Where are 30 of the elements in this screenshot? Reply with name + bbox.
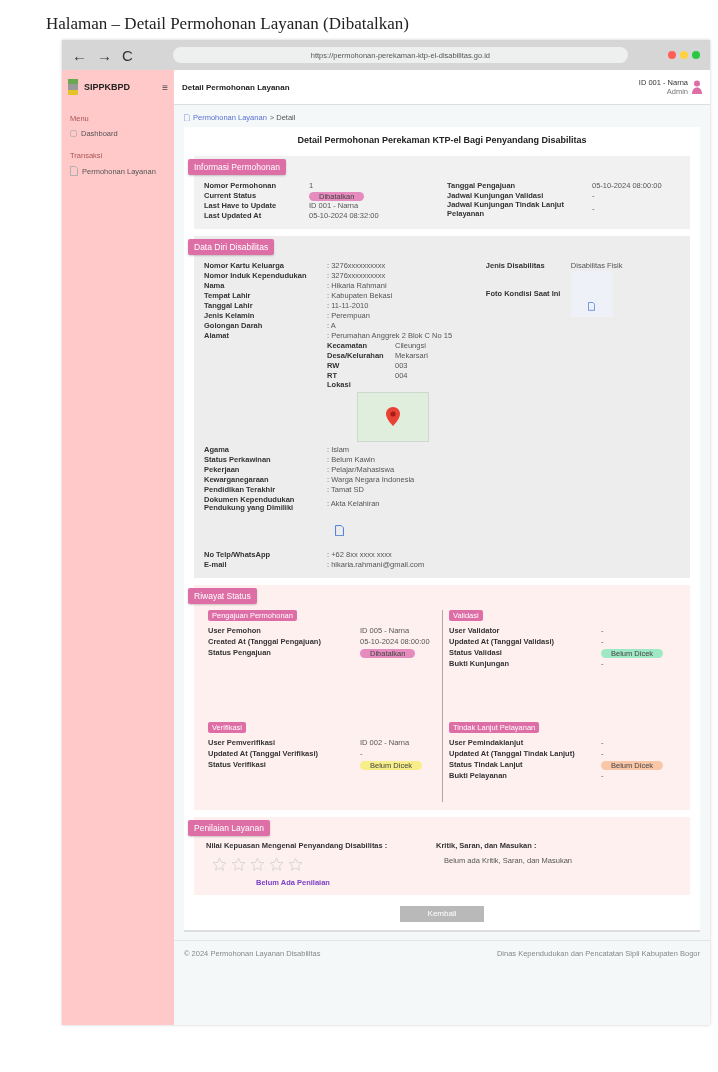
menu-button[interactable]: ≡	[162, 81, 168, 93]
dashboard-icon	[70, 130, 77, 137]
section-title: Data Diri Disabilitas	[188, 239, 275, 255]
user-icon[interactable]	[692, 80, 702, 94]
card-title: Detail Permohonan Perekaman KTP-el Bagi Penyandang Disabilitas	[296, 135, 588, 145]
page-title: Halaman – Detail Permohonan Layanan (Dibatalkan)	[46, 14, 410, 34]
back-button[interactable]: ←	[72, 47, 87, 63]
brand-name: SIPPKBPD	[84, 82, 131, 92]
forward-button[interactable]: →	[97, 47, 112, 63]
image-icon	[588, 302, 596, 311]
window-control-dot[interactable]	[668, 51, 676, 59]
file-icon	[335, 524, 345, 537]
logo-icon	[68, 79, 78, 95]
star-icon[interactable]	[288, 856, 303, 872]
section-title: Penilaian Layanan	[188, 820, 270, 837]
section-title: Riwayat Status	[188, 588, 257, 605]
window-control-dot[interactable]	[680, 51, 688, 59]
breadcrumb-icon	[184, 113, 190, 122]
star-icon[interactable]	[250, 856, 265, 872]
document-icon	[70, 166, 78, 176]
star-icon[interactable]	[212, 856, 227, 872]
reload-button[interactable]: C	[122, 47, 133, 63]
star-icon[interactable]	[231, 856, 246, 872]
map-pin-icon	[386, 407, 400, 427]
map-thumbnail[interactable]	[357, 391, 429, 442]
section-title: Informasi Permohonan	[188, 159, 286, 175]
star-rating[interactable]	[212, 856, 303, 872]
star-icon[interactable]	[269, 856, 284, 872]
window-control-dot[interactable]	[692, 51, 700, 59]
header-title: Detail Permohonan Layanan	[182, 82, 291, 92]
